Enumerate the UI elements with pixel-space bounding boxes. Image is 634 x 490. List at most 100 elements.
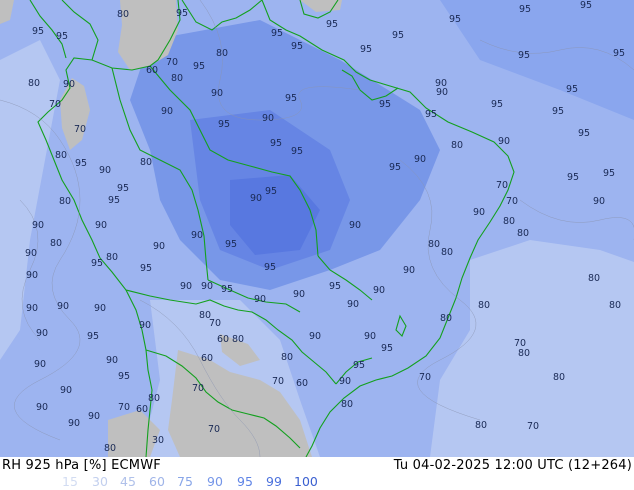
contour-label: 90: [339, 376, 351, 387]
contour-label: 90: [153, 241, 165, 252]
relative-humidity-map: 95 9580 95959595959595 9595 9580 908070608095…: [0, 0, 634, 457]
contour-label: 60: [136, 404, 148, 415]
contour-label: 60: [296, 378, 308, 389]
contour-label: 90: [36, 402, 48, 413]
contour-label: 95: [265, 186, 277, 197]
legend-value: 95: [237, 474, 253, 489]
contour-label: 90: [32, 220, 44, 231]
contour-label: 95: [264, 262, 276, 273]
contour-label: 80: [28, 78, 40, 89]
contour-label: 90: [63, 79, 75, 90]
contour-label: 95: [176, 8, 188, 19]
contour-label: 80: [140, 157, 152, 168]
contour-label: 70: [272, 376, 284, 387]
contour-label: 70: [209, 318, 221, 329]
legend-value: 100: [294, 474, 318, 489]
contour-label: 70: [74, 124, 86, 135]
contour-label: 95: [117, 183, 129, 194]
contour-label: 95: [140, 263, 152, 274]
legend-value: 75: [177, 474, 193, 489]
contour-label: 95: [519, 4, 531, 15]
contour-label: 95: [326, 19, 338, 30]
legend-value: 30: [92, 474, 108, 489]
contour-label: 90: [106, 355, 118, 366]
contour-label: 80: [518, 348, 530, 359]
contour-label: 80: [216, 48, 228, 59]
contour-label: 80: [517, 228, 529, 239]
contour-label: 80: [106, 252, 118, 263]
contour-label: 95: [75, 158, 87, 169]
contour-label: 90: [68, 418, 80, 429]
contour-label: 90: [34, 359, 46, 370]
contour-label: 70: [49, 99, 61, 110]
legend-value: 15: [62, 474, 78, 489]
contour-label: 70: [208, 424, 220, 435]
contour-label: 95: [425, 109, 437, 120]
contour-label: 80: [428, 239, 440, 250]
contour-label: 95: [360, 44, 372, 55]
contour-label: 90: [254, 294, 266, 305]
contour-label: 95: [518, 50, 530, 61]
contour-label: 95: [381, 343, 393, 354]
contour-label: 95: [552, 106, 564, 117]
contour-label: 80: [281, 352, 293, 363]
contour-label: 80: [503, 216, 515, 227]
contour-label: 90: [26, 303, 38, 314]
contour-label: 95: [389, 162, 401, 173]
contour-label: 70: [506, 196, 518, 207]
contour-label: 90: [364, 331, 376, 342]
contour-label: 80: [171, 73, 183, 84]
contour-label: 80: [55, 150, 67, 161]
contour-label: 95: [613, 48, 625, 59]
contour-label: 95: [353, 360, 365, 371]
contour-label: 95: [32, 26, 44, 37]
contour-label: 60: [217, 334, 229, 345]
contour-label: 90: [309, 331, 321, 342]
contour-label: 90: [403, 265, 415, 276]
contour-label: 80: [341, 399, 353, 410]
contour-label: 80: [478, 300, 490, 311]
contour-label: 95: [87, 331, 99, 342]
legend-value: 99: [266, 474, 282, 489]
contour-label: 95: [291, 146, 303, 157]
contour-label: 95: [329, 281, 341, 292]
contour-label: 90: [25, 248, 37, 259]
contour-label: 80: [588, 273, 600, 284]
contour-label: 95: [566, 84, 578, 95]
contour-label: 95: [392, 30, 404, 41]
contour-label: 95: [193, 61, 205, 72]
contour-label: 95: [221, 284, 233, 295]
contour-label: 95: [578, 128, 590, 139]
contour-label: 95: [285, 93, 297, 104]
contour-label: 95: [118, 371, 130, 382]
contour-label: 60: [201, 353, 213, 364]
info-bar: RH 925 hPa [%] ECMWF Tu 04-02-2025 12:00…: [0, 457, 634, 490]
contour-label: 70: [166, 57, 178, 68]
legend-value: 60: [149, 474, 165, 489]
contour-label: 70: [496, 180, 508, 191]
contour-label: 70: [527, 421, 539, 432]
contour-label: 80: [50, 238, 62, 249]
contour-label: 90: [414, 154, 426, 165]
contour-label: 90: [201, 281, 213, 292]
contour-label: 90: [349, 220, 361, 231]
contour-label: 90: [250, 193, 262, 204]
contour-label: 95: [379, 99, 391, 110]
legend-value: 90: [207, 474, 223, 489]
contour-label: 95: [603, 168, 615, 179]
contour-label: 90: [95, 220, 107, 231]
contour-label: 90: [436, 87, 448, 98]
contour-label: 95: [91, 258, 103, 269]
contour-label: 80: [441, 247, 453, 258]
contour-label: 90: [211, 88, 223, 99]
legend-value: 45: [120, 474, 136, 489]
contour-label: 90: [26, 270, 38, 281]
contour-label: 95: [271, 28, 283, 39]
contour-label: 60: [146, 65, 158, 76]
contour-label: 95: [56, 31, 68, 42]
contour-label: 90: [498, 136, 510, 147]
contour-label: 80: [117, 9, 129, 20]
contour-label: 95: [218, 119, 230, 130]
contour-label: 90: [88, 411, 100, 422]
contour-label: 80: [148, 393, 160, 404]
